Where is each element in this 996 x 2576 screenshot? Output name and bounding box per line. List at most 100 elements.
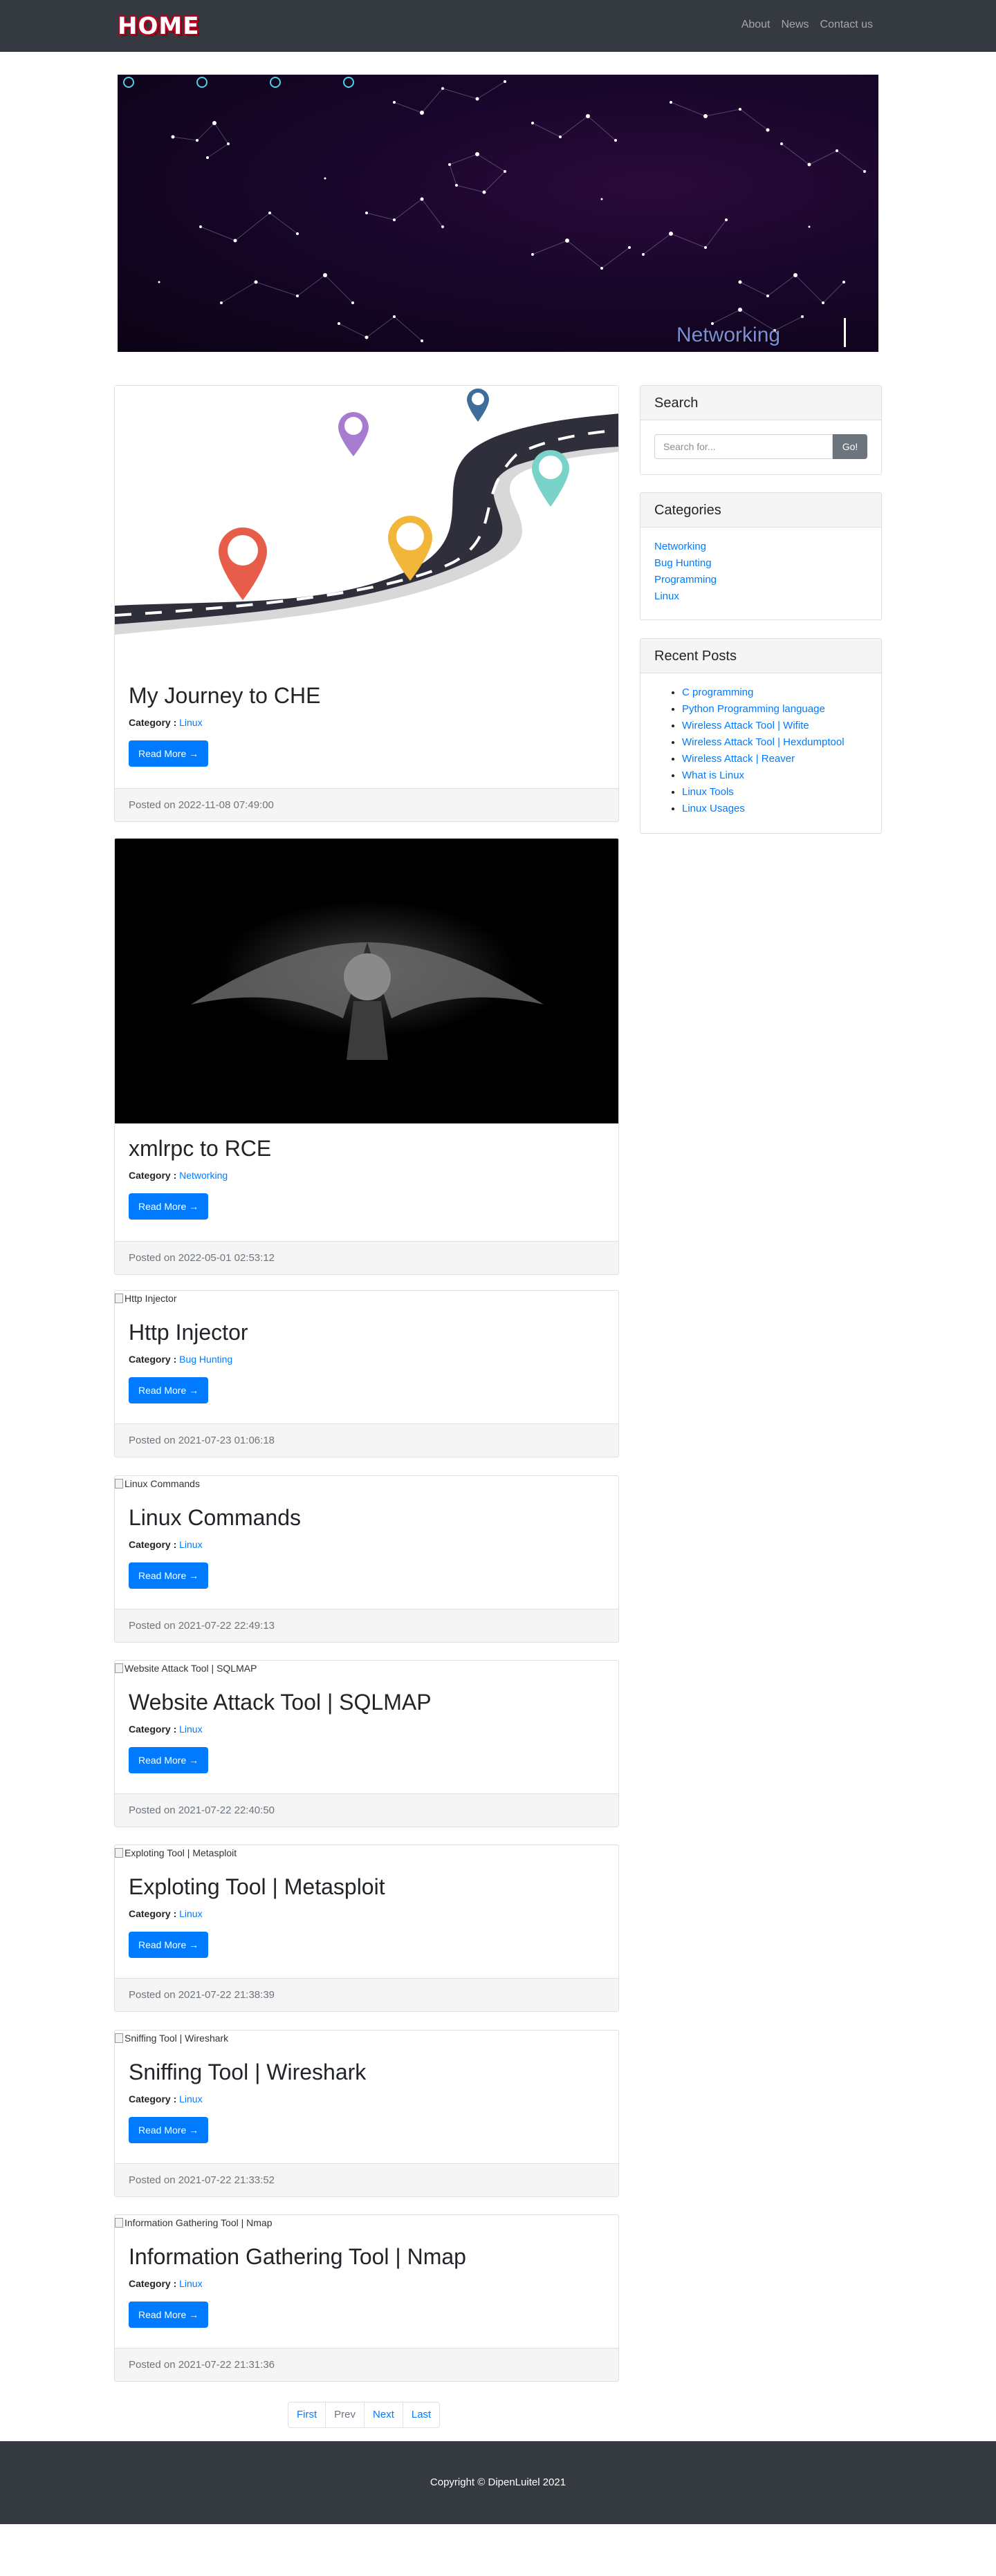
categories-list: Networking Bug Hunting Programming Linux bbox=[640, 528, 881, 619]
category-label: Category : bbox=[129, 717, 177, 728]
post-category: Category : Linux bbox=[129, 2278, 605, 2289]
recent-posts-body: C programming Python Programming languag… bbox=[640, 673, 881, 831]
post-category: Category : Bug Hunting bbox=[129, 1354, 605, 1365]
read-more-button[interactable]: Read More → bbox=[129, 1932, 209, 1958]
image-alt-text: Information Gathering Tool | Nmap bbox=[124, 2217, 273, 2228]
read-more-button[interactable]: Read More → bbox=[129, 1193, 209, 1220]
carousel-indicator[interactable] bbox=[270, 77, 281, 88]
broken-image-icon bbox=[115, 1294, 123, 1303]
post-card: Http Injector Http Injector Category : B… bbox=[114, 1290, 619, 1457]
post-card: Exploting Tool | Metasploit Exploting To… bbox=[114, 1845, 619, 2012]
recent-post-link[interactable]: Wireless Attack Tool | Wifite bbox=[682, 720, 809, 731]
post-category: Category : Networking bbox=[129, 1170, 605, 1181]
broken-image-icon bbox=[115, 1479, 123, 1488]
recent-post-link[interactable]: Wireless Attack Tool | Hexdumptool bbox=[682, 736, 845, 748]
carousel-indicator[interactable] bbox=[196, 77, 208, 88]
post-title: Information Gathering Tool | Nmap bbox=[129, 2244, 466, 2269]
post-image-broken: Http Injector bbox=[115, 1291, 618, 1306]
recent-post-link[interactable]: C programming bbox=[682, 687, 753, 698]
page-first-link[interactable]: First bbox=[288, 2402, 325, 2427]
read-more-button[interactable]: Read More → bbox=[129, 1562, 209, 1589]
list-item: Wireless Attack | Reaver bbox=[682, 751, 867, 767]
page-last-link[interactable]: Last bbox=[402, 2402, 439, 2427]
image-alt-text: Linux Commands bbox=[124, 1478, 200, 1489]
site-footer: Copyright © DipenLuitel 2021 bbox=[0, 2441, 996, 2524]
post-image-broken: Exploting Tool | Metasploit bbox=[115, 1845, 618, 1860]
post-image-roadmap bbox=[115, 386, 618, 671]
post-card: xmlrpc to RCE Category : Networking Read… bbox=[114, 838, 619, 1275]
post-body: Http Injector Category : Bug Hunting Rea… bbox=[115, 1306, 618, 1403]
category-label: Category : bbox=[129, 2093, 177, 2104]
post-body: Information Gathering Tool | Nmap Catego… bbox=[115, 2230, 618, 2328]
page-next-link[interactable]: Next bbox=[364, 2402, 403, 2427]
post-category: Category : Linux bbox=[129, 1724, 605, 1735]
read-more-button[interactable]: Read More → bbox=[129, 740, 209, 767]
post-date: Posted on 2022-11-08 07:49:00 bbox=[115, 788, 618, 821]
post-date: Posted on 2022-05-01 02:53:12 bbox=[115, 1241, 618, 1274]
category-link[interactable]: Bug Hunting bbox=[179, 1354, 232, 1365]
recent-post-link[interactable]: Linux Usages bbox=[682, 803, 745, 814]
post-body: My Journey to CHE Category : Linux Read … bbox=[115, 671, 618, 767]
post-title: xmlrpc to RCE bbox=[129, 1136, 272, 1161]
post-category: Category : Linux bbox=[129, 1539, 605, 1550]
search-widget: Search Go! bbox=[640, 385, 882, 475]
post-date: Posted on 2021-07-22 22:49:13 bbox=[115, 1609, 618, 1642]
category-item-networking[interactable]: Networking bbox=[654, 539, 867, 555]
recent-post-link[interactable]: Wireless Attack | Reaver bbox=[682, 753, 795, 765]
nav-links: About News Contact us bbox=[736, 19, 878, 31]
image-alt-text: Website Attack Tool | SQLMAP bbox=[124, 1663, 257, 1674]
nav-link-contact[interactable]: Contact us bbox=[815, 19, 878, 31]
post-category: Category : Linux bbox=[129, 1908, 605, 1919]
brand-logo[interactable]: HOME bbox=[118, 12, 199, 40]
list-item: Linux Tools bbox=[682, 784, 867, 801]
recent-post-link[interactable]: Python Programming language bbox=[682, 703, 825, 715]
read-more-button[interactable]: Read More → bbox=[129, 1747, 209, 1773]
recent-post-link[interactable]: What is Linux bbox=[682, 769, 744, 781]
post-date: Posted on 2021-07-22 21:38:39 bbox=[115, 1978, 618, 2011]
post-card: Sniffing Tool | Wireshark Sniffing Tool … bbox=[114, 2030, 619, 2197]
carousel-next-control[interactable] bbox=[844, 318, 846, 347]
categories-heading: Categories bbox=[640, 493, 881, 528]
post-date: Posted on 2021-07-22 21:33:52 bbox=[115, 2163, 618, 2196]
search-input[interactable] bbox=[654, 434, 833, 459]
carousel-indicator[interactable] bbox=[343, 77, 354, 88]
nav-link-news[interactable]: News bbox=[776, 19, 815, 31]
category-link[interactable]: Linux bbox=[179, 1724, 202, 1735]
post-body: Website Attack Tool | SQLMAP Category : … bbox=[115, 1676, 618, 1773]
category-link[interactable]: Linux bbox=[179, 717, 202, 728]
carousel-indicator[interactable] bbox=[123, 77, 134, 88]
post-image-broken: Website Attack Tool | SQLMAP bbox=[115, 1661, 618, 1676]
post-card: Website Attack Tool | SQLMAP Website Att… bbox=[114, 1660, 619, 1827]
list-item: Python Programming language bbox=[682, 701, 867, 718]
post-category: Category : Linux bbox=[129, 2093, 605, 2104]
category-link[interactable]: Linux bbox=[179, 2093, 202, 2104]
recent-post-link[interactable]: Linux Tools bbox=[682, 786, 734, 798]
category-item-linux[interactable]: Linux bbox=[654, 588, 867, 605]
post-body: xmlrpc to RCE Category : Networking Read… bbox=[115, 1123, 618, 1220]
post-title: Website Attack Tool | SQLMAP bbox=[129, 1690, 432, 1715]
category-link[interactable]: Networking bbox=[179, 1170, 228, 1181]
post-title: Exploting Tool | Metasploit bbox=[129, 1874, 385, 1899]
nav-link-about[interactable]: About bbox=[736, 19, 776, 31]
category-item-programming[interactable]: Programming bbox=[654, 572, 867, 588]
post-card: My Journey to CHE Category : Linux Read … bbox=[114, 385, 619, 822]
post-image-broken: Information Gathering Tool | Nmap bbox=[115, 2215, 618, 2230]
post-image-broken: Linux Commands bbox=[115, 1476, 618, 1491]
hero-carousel[interactable]: Networking bbox=[118, 75, 878, 352]
category-link[interactable]: Linux bbox=[179, 1539, 202, 1550]
post-body: Exploting Tool | Metasploit Category : L… bbox=[115, 1860, 618, 1958]
category-item-bug-hunting[interactable]: Bug Hunting bbox=[654, 555, 867, 572]
post-title: Sniffing Tool | Wireshark bbox=[129, 2060, 367, 2084]
category-link[interactable]: Linux bbox=[179, 1908, 202, 1919]
category-link[interactable]: Linux bbox=[179, 2278, 202, 2289]
read-more-button[interactable]: Read More → bbox=[129, 2117, 209, 2143]
image-alt-text: Exploting Tool | Metasploit bbox=[124, 1847, 237, 1858]
broken-image-icon bbox=[115, 1848, 123, 1858]
read-more-button[interactable]: Read More → bbox=[129, 2302, 209, 2328]
navbar: HOME About News Contact us bbox=[0, 0, 996, 52]
category-label: Category : bbox=[129, 1724, 177, 1735]
search-heading: Search bbox=[640, 386, 881, 420]
search-go-button[interactable]: Go! bbox=[833, 434, 867, 459]
read-more-button[interactable]: Read More → bbox=[129, 1377, 209, 1403]
page-prev-link[interactable]: Prev bbox=[325, 2402, 364, 2427]
